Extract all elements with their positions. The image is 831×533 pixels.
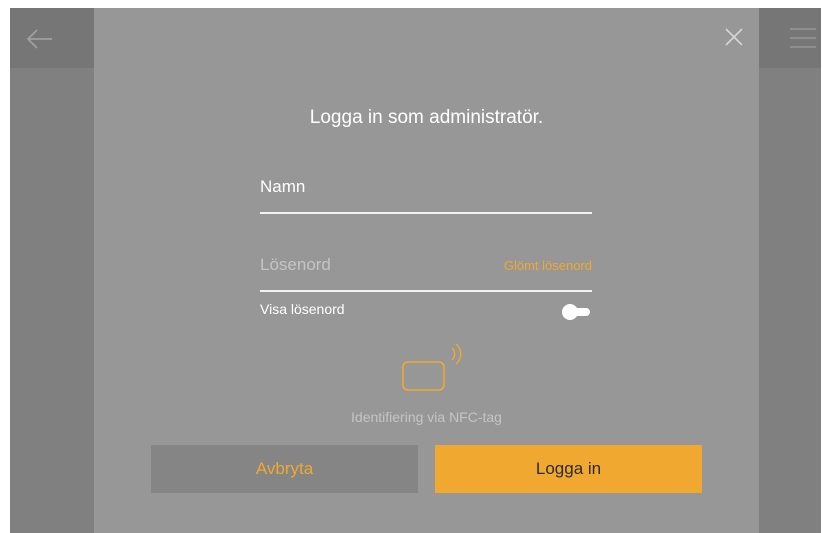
password-input[interactable]	[260, 250, 480, 280]
name-field	[260, 172, 592, 214]
dialog-title: Logga in som administratör.	[309, 107, 544, 128]
menu-button[interactable]	[787, 22, 819, 54]
hamburger-menu-icon	[790, 28, 816, 48]
password-field: Glömt lösenord	[260, 250, 592, 292]
show-password-label: Visa lösenord	[260, 301, 345, 317]
nfc-caption: Identifiering via NFC-tag	[351, 409, 502, 425]
show-password-toggle[interactable]	[562, 304, 592, 320]
forgot-password-link[interactable]: Glömt lösenord	[504, 258, 592, 273]
name-input[interactable]	[260, 172, 480, 202]
admin-login-dialog: Logga in som administratör. Glömt löseno…	[94, 8, 759, 533]
close-icon	[725, 28, 743, 46]
cancel-button[interactable]: Avbryta	[151, 445, 418, 493]
back-button[interactable]	[24, 23, 56, 55]
app-screen: Logga in som administratör. Glömt löseno…	[10, 8, 821, 533]
nfc-card-icon	[402, 344, 462, 391]
login-button[interactable]: Logga in	[435, 445, 702, 493]
arrow-left-icon	[26, 29, 52, 49]
toggle-knob	[562, 304, 578, 320]
close-button[interactable]	[723, 26, 745, 48]
